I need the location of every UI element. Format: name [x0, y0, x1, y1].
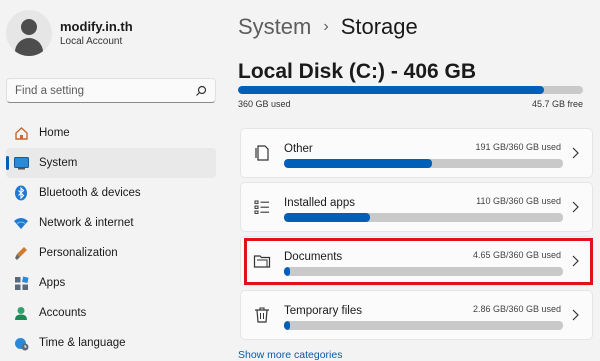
disk-usage-fill	[238, 86, 544, 94]
sidebar-item-label: Bluetooth & devices	[39, 187, 141, 199]
category-usage: 191 GB/360 GB used	[475, 142, 561, 152]
show-more-categories-link[interactable]: Show more categories	[238, 349, 342, 361]
category-usage-bar	[284, 213, 563, 222]
sidebar-item-apps[interactable]: Apps	[6, 268, 216, 298]
category-usage: 110 GB/360 GB used	[476, 196, 561, 206]
globe-clock-icon	[13, 335, 29, 351]
category-name: Other	[284, 143, 313, 155]
sidebar-item-label: Accounts	[39, 307, 87, 319]
category-name: Installed apps	[284, 197, 355, 209]
system-icon	[13, 155, 29, 171]
category-usage-fill	[284, 267, 290, 276]
sidebar-item-label: System	[39, 157, 78, 169]
profile-account-type: Local Account	[60, 36, 123, 47]
disk-usage-bar	[238, 86, 583, 94]
search-box[interactable]	[6, 78, 216, 103]
category-usage-fill	[284, 321, 290, 330]
sidebar-item-personalization[interactable]: Personalization	[6, 238, 216, 268]
category-usage-bar	[284, 159, 563, 168]
sidebar-item-system[interactable]: System	[6, 148, 216, 178]
avatar	[6, 10, 52, 56]
apps-icon	[13, 275, 29, 291]
user-profile[interactable]: modify.in.th Local Account	[6, 10, 133, 56]
chevron-right-icon	[572, 255, 579, 267]
bluetooth-icon	[13, 185, 29, 201]
search-input[interactable]	[15, 84, 195, 97]
category-usage-bar	[284, 321, 563, 330]
category-usage-fill	[284, 159, 432, 168]
brush-icon	[13, 245, 29, 261]
category-usage: 4.65 GB/360 GB used	[472, 250, 561, 260]
disk-used-label: 360 GB used	[238, 99, 291, 109]
sidebar-item-label: Home	[39, 127, 70, 139]
trash-icon	[255, 307, 269, 323]
sidebar-item-accounts[interactable]: Accounts	[6, 298, 216, 328]
category-usage-fill	[284, 213, 371, 222]
disk-title: Local Disk (C:) - 406 GB	[238, 60, 477, 83]
folder-icon	[253, 255, 271, 268]
sidebar-item-label: Network & internet	[39, 217, 134, 229]
category-usage: 2.86 GB/360 GB used	[472, 304, 561, 314]
wifi-icon	[13, 215, 29, 231]
sidebar-item-bluetooth[interactable]: Bluetooth & devices	[6, 178, 216, 208]
page-title: Storage	[340, 14, 418, 39]
nav-list: Home System Bluetooth & devices Network …	[6, 118, 216, 358]
category-card-documents[interactable]: Documents 4.65 GB/360 GB used	[240, 236, 593, 286]
chevron-right-icon	[572, 147, 579, 159]
category-name: Temporary files	[284, 305, 362, 317]
chevron-right-icon	[572, 201, 579, 213]
sidebar-item-network[interactable]: Network & internet	[6, 208, 216, 238]
breadcrumb: System › Storage	[238, 14, 418, 40]
sidebar-item-label: Time & language	[39, 337, 126, 349]
category-card-other[interactable]: Other 191 GB/360 GB used	[240, 128, 593, 178]
search-icon[interactable]	[195, 85, 207, 97]
category-card-temporary-files[interactable]: Temporary files 2.86 GB/360 GB used	[240, 290, 593, 340]
sidebar-item-time-language[interactable]: Time & language	[6, 328, 216, 358]
sidebar-item-label: Apps	[39, 277, 66, 289]
accounts-icon	[13, 305, 29, 321]
chevron-right-icon: ›	[323, 18, 329, 35]
sidebar: modify.in.th Local Account Home System	[0, 0, 226, 361]
other-files-icon	[255, 145, 269, 161]
profile-name: modify.in.th	[60, 19, 133, 34]
sidebar-item-home[interactable]: Home	[6, 118, 216, 148]
home-icon	[13, 125, 29, 141]
sidebar-item-label: Personalization	[39, 247, 118, 259]
category-card-installed-apps[interactable]: Installed apps 110 GB/360 GB used	[240, 182, 593, 232]
breadcrumb-parent[interactable]: System	[238, 14, 311, 40]
category-usage-bar	[284, 267, 563, 276]
installed-apps-icon	[254, 200, 269, 214]
disk-free-label: 45.7 GB free	[531, 99, 583, 109]
chevron-right-icon	[572, 309, 579, 321]
category-name: Documents	[284, 251, 343, 263]
